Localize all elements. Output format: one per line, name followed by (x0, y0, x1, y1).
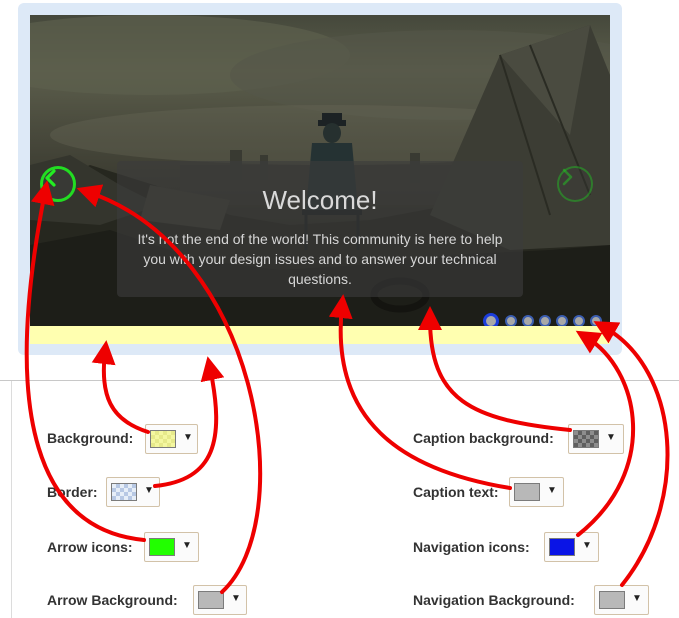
navigation-background-swatch (599, 591, 625, 609)
caption-text: It's not the end of the world! This comm… (137, 231, 503, 287)
caption-background-label: Caption background: (413, 430, 554, 446)
prev-arrow-button[interactable] (40, 166, 76, 202)
navigation-background-label: Navigation Background: (413, 592, 575, 608)
navigation-dot[interactable] (505, 315, 517, 326)
background-label: Background: (47, 430, 134, 446)
caret-down-icon: ▼ (582, 540, 592, 551)
panel-left-border (11, 381, 12, 618)
arrow-background-swatch (198, 591, 224, 609)
border-swatch (111, 483, 137, 501)
border-color-picker[interactable]: ▼ (106, 477, 160, 507)
slide-image: Welcome! It's not the end of the world! … (30, 15, 610, 326)
caret-down-icon: ▼ (231, 593, 241, 604)
navigation-dot[interactable] (522, 315, 534, 326)
navigation-dot[interactable] (573, 315, 585, 326)
navigation-dot[interactable] (539, 315, 551, 326)
arrow-background-color-picker[interactable]: ▼ (193, 585, 247, 615)
background-swatch (150, 430, 176, 448)
navigation-icons-label: Navigation icons: (413, 539, 530, 555)
caption-background-swatch (573, 430, 599, 448)
arrow-icons-label: Arrow icons: (47, 539, 133, 555)
caption-background-color-picker[interactable]: ▼ (568, 424, 624, 454)
border-label: Border: (47, 484, 98, 500)
caret-down-icon: ▼ (144, 485, 154, 496)
caption-text-swatch (514, 483, 540, 501)
navigation-dot[interactable] (590, 315, 602, 326)
annotation-arrow (91, 340, 150, 434)
panel-divider (0, 380, 679, 381)
arrow-icons-swatch (149, 538, 175, 556)
navigation-icons-swatch (549, 538, 575, 556)
navigation-icons-color-picker[interactable]: ▼ (544, 532, 599, 562)
caret-down-icon: ▼ (183, 432, 193, 443)
background-color-picker[interactable]: ▼ (145, 424, 198, 454)
caption-title: Welcome! (262, 185, 378, 215)
caret-down-icon: ▼ (547, 485, 557, 496)
next-arrow-button[interactable] (557, 166, 593, 202)
caption-text-color-picker[interactable]: ▼ (509, 477, 564, 507)
caret-down-icon: ▼ (182, 540, 192, 551)
arrow-icons-color-picker[interactable]: ▼ (144, 532, 199, 562)
caret-down-icon: ▼ (632, 593, 642, 604)
navigation-background-color-picker[interactable]: ▼ (594, 585, 649, 615)
caption-text-label: Caption text: (413, 484, 499, 500)
navigation-dot[interactable] (483, 313, 499, 326)
arrow-background-label: Arrow Background: (47, 592, 178, 608)
chevron-left-icon (45, 169, 56, 187)
annotation-arrow (593, 321, 670, 587)
chevron-right-icon (562, 168, 573, 186)
caption-box: Welcome! It's not the end of the world! … (117, 161, 523, 297)
navigation-dot[interactable] (556, 315, 568, 326)
caret-down-icon: ▼ (606, 432, 616, 443)
